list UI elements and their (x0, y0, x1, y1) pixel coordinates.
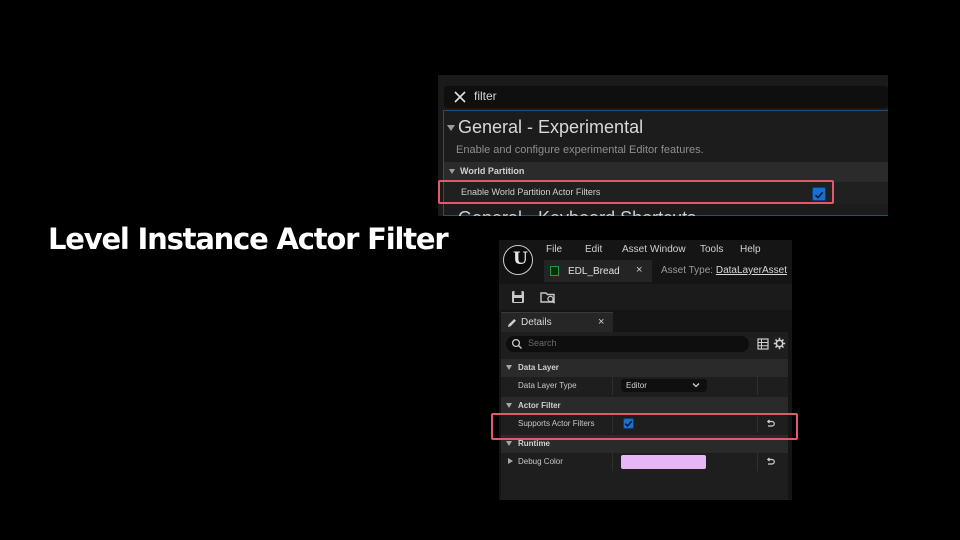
data-layer-asset-editor: U File Edit Asset Window Tools Help EDL_… (499, 240, 792, 500)
asset-tab[interactable]: EDL_Bread × (544, 260, 652, 282)
chevron-right-icon[interactable] (508, 458, 513, 464)
category-world-partition[interactable]: World Partition (444, 162, 888, 182)
menu-file[interactable]: File (546, 244, 562, 255)
close-icon[interactable]: × (636, 264, 642, 276)
menu-help[interactable]: Help (740, 244, 761, 255)
category-label: World Partition (460, 166, 525, 176)
chevron-down-icon (506, 365, 512, 370)
experimental-section: General - Experimental Enable and config… (438, 110, 888, 216)
menu-window[interactable]: Window (650, 244, 686, 255)
menu-asset[interactable]: Asset (622, 244, 647, 255)
asset-type-info: Asset Type: DataLayerAsset (661, 265, 787, 276)
category-label: Data Layer (518, 363, 559, 372)
highlight-box (491, 413, 798, 440)
category-data-layer[interactable]: Data Layer (501, 359, 788, 377)
tab-details[interactable]: Details × (501, 312, 613, 333)
data-layer-type-dropdown[interactable]: Editor (621, 379, 707, 392)
search-placeholder: Search (528, 338, 557, 348)
details-tab-label: Details (521, 317, 552, 328)
chevron-down-icon (449, 169, 455, 174)
search-icon (511, 338, 522, 349)
menu-tools[interactable]: Tools (700, 244, 723, 255)
asset-type-label: Asset Type: (661, 265, 714, 276)
preferences-search-bar[interactable]: filter (444, 86, 888, 108)
data-layer-asset-icon (550, 266, 559, 276)
property-row-data-layer-type: Data Layer Type Editor (501, 377, 788, 395)
property-label: Debug Color (518, 457, 563, 466)
category-label: Runtime (518, 439, 550, 448)
details-search-input[interactable]: Search (506, 336, 749, 352)
save-icon[interactable] (509, 288, 527, 306)
asset-type-link[interactable]: DataLayerAsset (716, 265, 787, 276)
category-label: Actor Filter (518, 401, 561, 410)
editor-preferences-panel: filter General - Experimental Enable and… (438, 75, 888, 216)
close-icon[interactable]: × (598, 316, 604, 328)
dropdown-value: Editor (626, 381, 647, 390)
asset-tab-name: EDL_Bread (568, 266, 620, 277)
section-title: General - Experimental (458, 117, 644, 137)
collapse-caret-icon[interactable] (447, 125, 455, 131)
property-label: Data Layer Type (518, 381, 577, 390)
menu-edit[interactable]: Edit (585, 244, 602, 255)
property-row-debug-color: Debug Color (501, 453, 788, 471)
browse-asset-icon[interactable] (539, 288, 557, 306)
highlight-box (438, 180, 834, 204)
next-section-title: General - Keyboard Shortcuts (458, 208, 696, 216)
toolbar (499, 284, 792, 310)
preferences-search-input[interactable]: filter (474, 89, 497, 103)
section-description: Enable and configure experimental Editor… (456, 144, 704, 156)
unreal-logo-icon: U (503, 245, 533, 275)
chevron-down-icon (506, 441, 512, 446)
reset-to-default-icon[interactable] (765, 457, 775, 467)
slide-title: Level Instance Actor Filter (48, 222, 449, 256)
details-pencil-icon (508, 319, 516, 327)
gear-icon[interactable] (773, 337, 786, 350)
chevron-down-icon (506, 403, 512, 408)
debug-color-swatch[interactable] (621, 455, 706, 469)
chevron-down-icon (692, 383, 700, 388)
clear-search-icon[interactable] (452, 89, 468, 105)
table-view-icon[interactable] (757, 338, 769, 350)
